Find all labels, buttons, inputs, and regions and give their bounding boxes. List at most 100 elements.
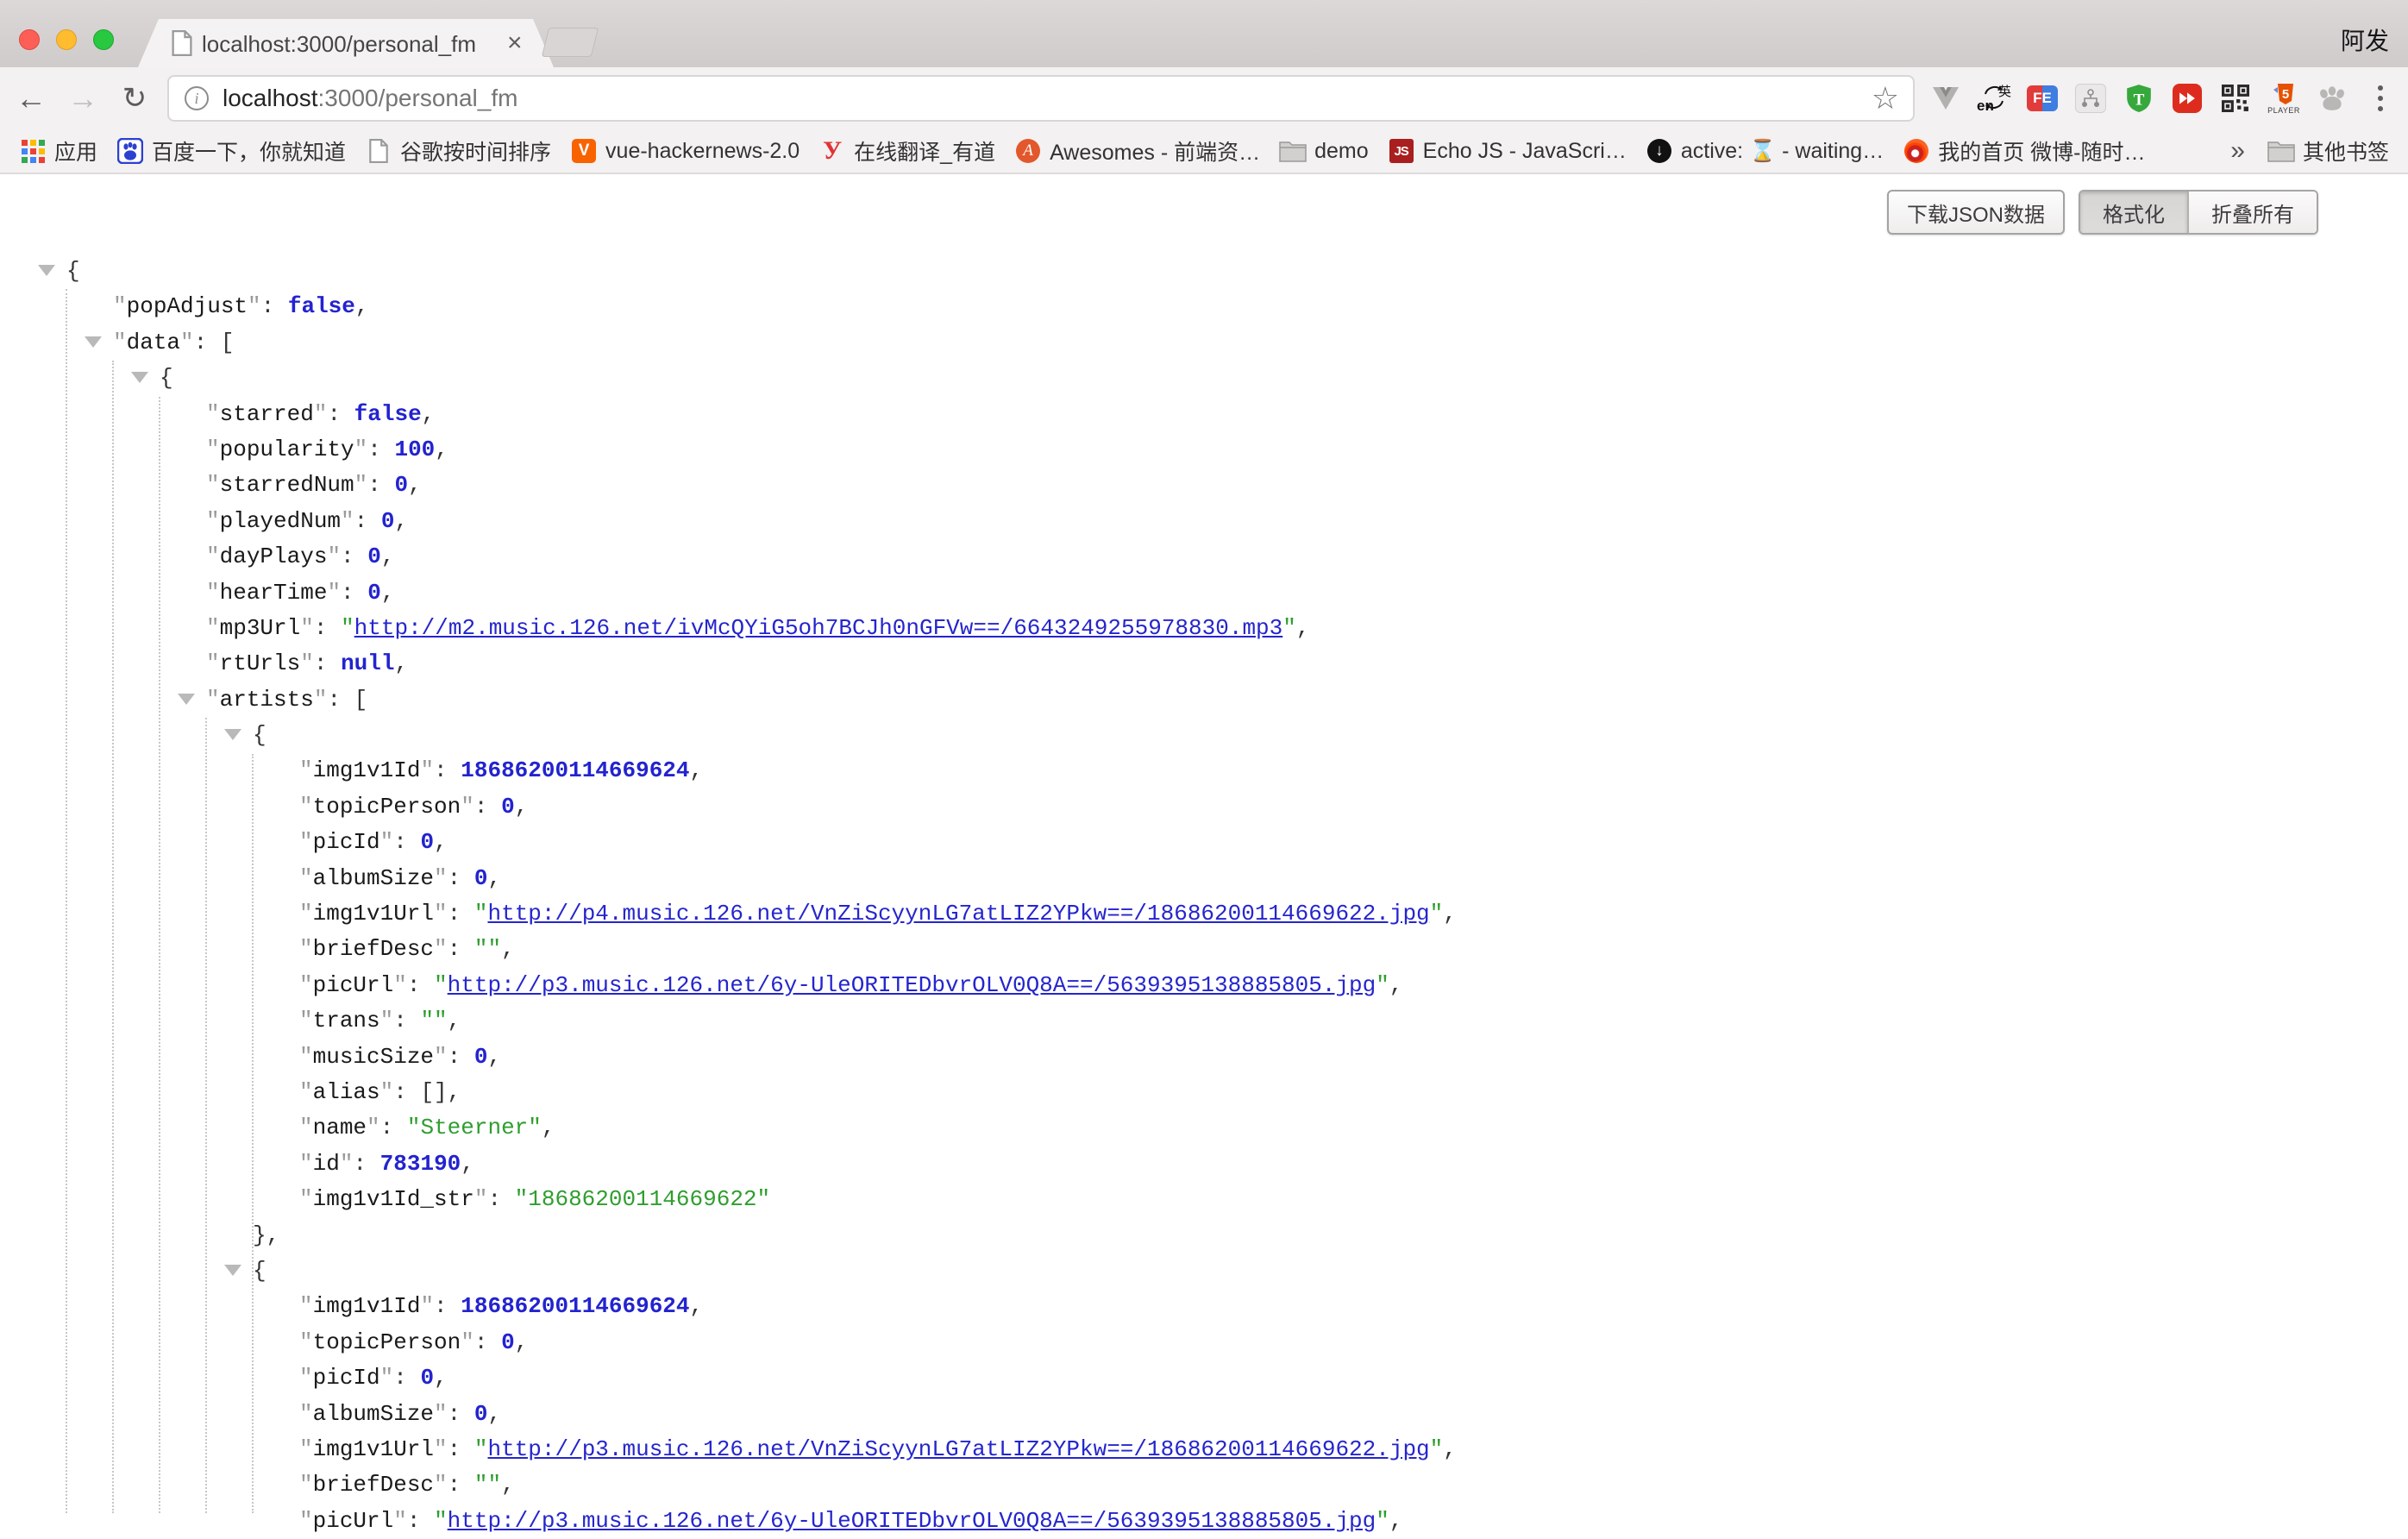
- bookmark-label: 应用: [54, 135, 97, 166]
- json-url-link[interactable]: http://p3.music.126.net/VnZiScyynLG7atLI…: [487, 1436, 1429, 1462]
- tab-close-icon[interactable]: ×: [507, 28, 523, 58]
- format-button[interactable]: 格式化: [2080, 192, 2189, 233]
- other-bookmarks-folder[interactable]: 其他书签: [2267, 135, 2389, 166]
- json-key: hearTime: [220, 580, 328, 606]
- sitemap-extension-icon[interactable]: [2072, 79, 2110, 117]
- json-value-string: ": [434, 1508, 448, 1534]
- bookmark-item[interactable]: demo: [1279, 137, 1369, 165]
- svg-text:5: 5: [2282, 87, 2289, 102]
- fastforward-extension-icon[interactable]: [2168, 79, 2206, 117]
- json-key: picId: [313, 829, 380, 855]
- url-text: localhost:3000/personal_fm: [223, 85, 1872, 112]
- json-line: "musicSize": 0,: [0, 1040, 2408, 1075]
- json-line: },: [0, 1218, 2408, 1253]
- collapse-arrow-icon[interactable]: [38, 265, 55, 276]
- awesomes-icon: A: [1014, 137, 1042, 165]
- json-value-string: "Steerner": [407, 1115, 542, 1140]
- json-url-link[interactable]: http://m2.music.126.net/ivMcQYiG5oh7BCJh…: [354, 615, 1283, 641]
- tab-title: localhost:3000/personal_fm: [202, 31, 476, 58]
- bookmark-star-icon[interactable]: ☆: [1872, 80, 1899, 116]
- bookmark-item[interactable]: AAwesomes - 前端资…: [1014, 135, 1260, 166]
- bookmark-item[interactable]: 应用: [19, 135, 97, 166]
- json-value-string: ": [434, 972, 448, 998]
- reload-button[interactable]: ↻: [116, 81, 154, 116]
- bookmark-item[interactable]: 谷歌按时间排序: [365, 135, 551, 166]
- bookmark-label: active: ⌛ - waiting…: [1681, 139, 1884, 164]
- json-line: "topicPerson": 0,: [0, 1325, 2408, 1360]
- json-line: {: [0, 718, 2408, 753]
- json-value-number: 0: [381, 508, 395, 534]
- bookmark-item[interactable]: JSEcho JS - JavaScri…: [1388, 137, 1627, 165]
- minimize-window-button[interactable]: [56, 29, 77, 50]
- fe-extension-icon[interactable]: FE: [2023, 79, 2061, 117]
- collapse-arrow-icon[interactable]: [85, 336, 102, 348]
- json-line: "img1v1Id_str": "18686200114669622": [0, 1182, 2408, 1217]
- collapse-arrow-icon[interactable]: [224, 1265, 241, 1276]
- collapse-all-button[interactable]: 折叠所有: [2189, 192, 2317, 233]
- json-line: "starredNum": 0,: [0, 468, 2408, 503]
- back-button[interactable]: ←: [12, 80, 50, 116]
- tshield-extension-icon[interactable]: T: [2120, 79, 2158, 117]
- json-url-link[interactable]: http://p3.music.126.net/6y-UleORITEDbvrO…: [448, 1508, 1376, 1534]
- close-window-button[interactable]: [19, 29, 40, 50]
- json-line: "picUrl": "http://p3.music.126.net/6y-Ul…: [0, 1504, 2408, 1539]
- browser-tab[interactable]: localhost:3000/personal_fm ×: [138, 19, 554, 67]
- json-url-link[interactable]: http://p4.music.126.net/VnZiScyynLG7atLI…: [487, 901, 1429, 927]
- menu-dots-extension-icon[interactable]: [2361, 79, 2399, 117]
- bookmark-item[interactable]: ↓active: ⌛ - waiting…: [1646, 137, 1884, 165]
- qr-extension-icon[interactable]: [2217, 79, 2254, 117]
- json-value-string: "": [420, 1008, 447, 1033]
- json-value-number: 18686200114669624: [461, 1293, 689, 1319]
- json-key: picUrl: [313, 1508, 394, 1534]
- json-value-number: false: [354, 401, 422, 427]
- json-line: "starred": false,: [0, 397, 2408, 432]
- json-key: popularity: [220, 437, 354, 462]
- json-key: img1v1Id: [313, 1293, 421, 1319]
- collapse-arrow-icon[interactable]: [131, 372, 148, 383]
- paw-extension-icon[interactable]: [2313, 79, 2351, 117]
- json-value-number: 0: [394, 472, 408, 498]
- address-bar[interactable]: i localhost:3000/personal_fm ☆: [167, 75, 1915, 122]
- json-value-number: 0: [367, 543, 381, 569]
- new-tab-button[interactable]: [542, 28, 599, 57]
- json-value-number: 0: [420, 829, 434, 855]
- json-line: {: [0, 361, 2408, 396]
- collapse-arrow-icon[interactable]: [178, 694, 195, 705]
- folder-icon: [2267, 137, 2295, 165]
- json-key: img1v1Id_str: [313, 1186, 474, 1212]
- json-line: "alias": [],: [0, 1075, 2408, 1110]
- h5player-extension-icon[interactable]: 5PLAYER: [2265, 79, 2303, 117]
- zoom-window-button[interactable]: [93, 29, 114, 50]
- page-info-icon[interactable]: i: [185, 86, 209, 110]
- json-key: artists: [220, 687, 314, 713]
- weibo-icon: [1903, 137, 1930, 165]
- other-bookmarks-label: 其他书签: [2303, 135, 2389, 166]
- bookmarks-right: » 其他书签: [2230, 135, 2389, 166]
- json-value-number: 0: [501, 1329, 515, 1355]
- bookmark-item[interactable]: 我的首页 微博-随时…: [1903, 135, 2145, 166]
- folder-icon: [1279, 137, 1307, 165]
- bookmark-item[interactable]: Vvue-hackernews-2.0: [570, 137, 800, 165]
- json-key: albumSize: [313, 1401, 434, 1427]
- page-icon: [365, 137, 392, 165]
- json-key: topicPerson: [313, 794, 461, 820]
- json-key: briefDesc: [313, 1472, 434, 1498]
- vue-extension-icon[interactable]: [1927, 79, 1965, 117]
- bookmarks-overflow-icon[interactable]: »: [2230, 136, 2245, 166]
- json-value-number: 18686200114669624: [461, 757, 689, 783]
- forward-button: →: [64, 80, 102, 116]
- bookmark-item[interactable]: У在线翻译_有道: [818, 135, 995, 166]
- json-line: "playedNum": 0,: [0, 504, 2408, 539]
- json-key: id: [313, 1151, 340, 1177]
- download-json-button[interactable]: 下载JSON数据: [1887, 190, 2065, 235]
- bookmark-item[interactable]: 百度一下，你就知道: [116, 135, 346, 166]
- json-key: name: [313, 1115, 367, 1140]
- collapse-arrow-icon[interactable]: [224, 729, 241, 740]
- echojs-icon: JS: [1388, 137, 1415, 165]
- json-key: alias: [313, 1079, 380, 1105]
- json-value-string: ": [1376, 972, 1389, 998]
- json-url-link[interactable]: http://p3.music.126.net/6y-UleORITEDbvrO…: [448, 972, 1376, 998]
- json-value-number: null: [341, 650, 394, 676]
- json-key: rtUrls: [220, 650, 301, 676]
- translate-extension-icon[interactable]: en英: [1975, 79, 2013, 117]
